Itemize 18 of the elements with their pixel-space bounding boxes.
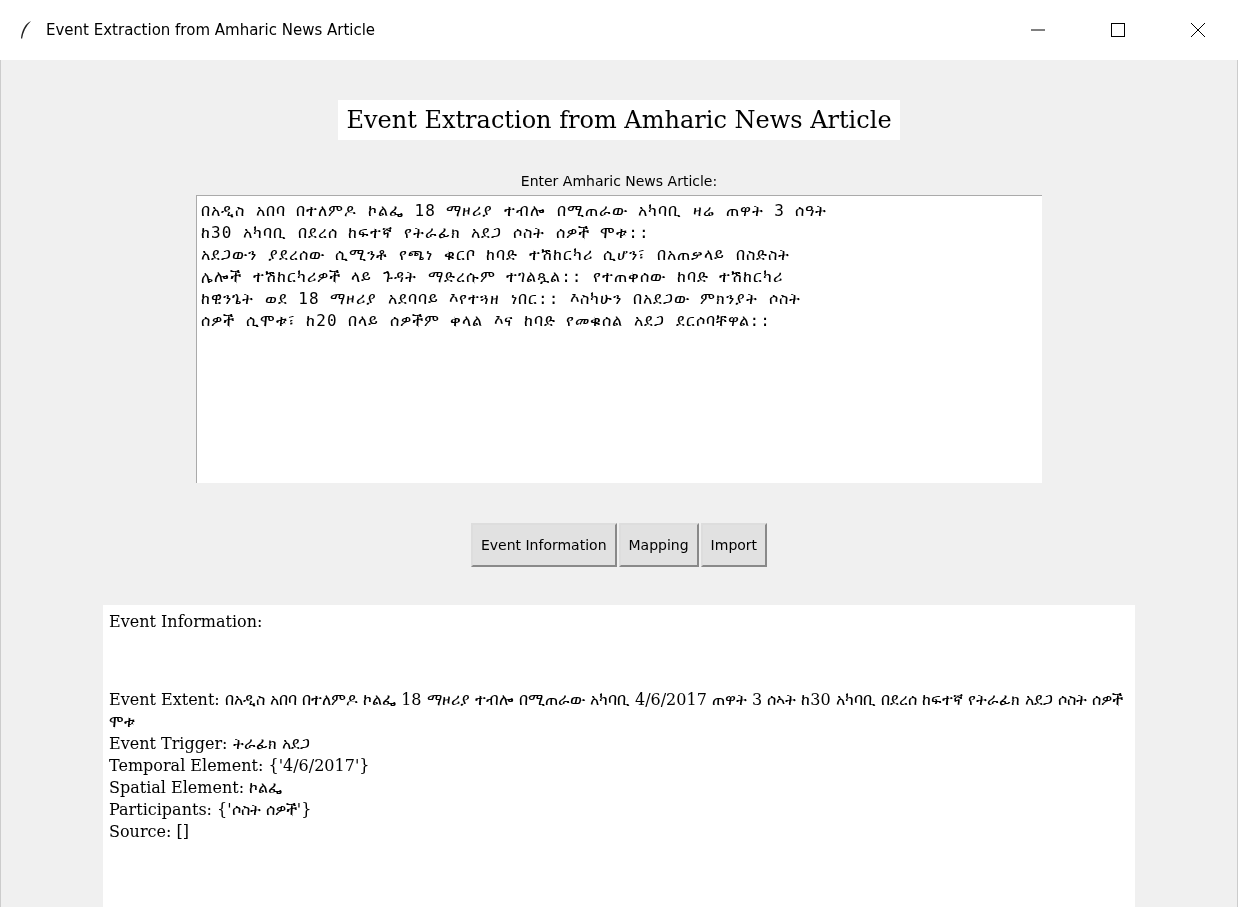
close-icon <box>1190 22 1206 38</box>
app-heading: Event Extraction from Amharic News Article <box>338 100 900 140</box>
maximize-icon <box>1110 22 1126 38</box>
output-line: Source: [] <box>109 821 190 843</box>
action-button[interactable]: Mapping <box>618 523 699 567</box>
output-line: Temporal Element: {'4/6/2017'} <box>109 755 371 777</box>
window-title: Event Extraction from Amharic News Article <box>46 21 377 39</box>
article-label: Enter Amharic News Article: <box>520 173 718 189</box>
output-line: Event Trigger: ትራፊክ አደጋ <box>109 733 311 755</box>
output-line: Spatial Element: ኮልፌ <box>109 777 284 799</box>
article-field[interactable]: በአዲስ አበባ በተለምዶ ኮልፌ 18 ማዞሪያ ተብሎ በሚጠራው አካባቢ ዛሬ ጠዋት 3 ሰዓት ከ30 አካባቢ በደረሰ ከፍተኛ የትራፊክ አደጋ ሶስት ሰዎች ሞቱ:: አደጋውን ያደረሰው ሲሚንቶ የጫነ ቁርቦ ከባድ ተሽከርካሪ ሲሆን፣ በአጠቃላይ በስድስት ሌሎች ተሽከርካሪዎች ላይ ጉዳት ማድረሱም ተገልጿል:: የተጠቀሰው ከባድ ተሽከርካሪ ከዊንጌት ወደ 18 ማዞሪያ አደባባይ እየተጓዘ ነበር:: እስካሁን በአደጋው ምክንያት ሶስት ሰዎች ሲሞቱ፣ ከ20 በላይ ሰዎችም ቀላል እና ከባድ የመቁሰል አደጋ ደርሶባቸዋል:: <box>196 195 1042 483</box>
minimize-icon <box>1030 29 1046 31</box>
action-button[interactable]: Event Information <box>470 523 617 567</box>
output-line: Participants: {'ሶስት ሰዎች'} <box>109 799 313 821</box>
action-button[interactable]: Import <box>700 523 768 567</box>
output-title: Event Information: <box>109 611 264 633</box>
output-line: Event Extent: በአዲስ አበባ በተለምዶ ኮልፌ 18 ማዞሪያ ተብሎ በሚጠራው አካባቢ 4/6/2017 ጠዋት 3 ሰኣት ከ30 አካባቢ በደረሰ ከፍተኛ የትራፊክ አደጋ ሶስት ሰዎች ሞቱ <box>109 689 1125 733</box>
feather-icon <box>20 21 32 39</box>
